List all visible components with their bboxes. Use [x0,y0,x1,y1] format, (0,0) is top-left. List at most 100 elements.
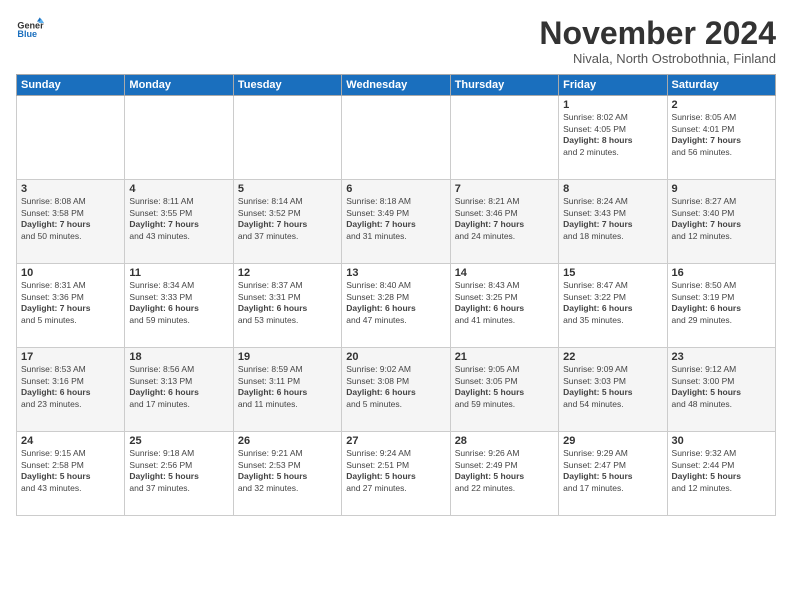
day-info-line: and 5 minutes. [21,315,120,326]
day-info-line: and 47 minutes. [346,315,445,326]
day-info-line: Sunrise: 8:08 AM [21,196,120,207]
day-info-line: Sunset: 3:08 PM [346,376,445,387]
day-info-line: Sunset: 3:33 PM [129,292,228,303]
daylight-label: Daylight: 5 hours [455,387,554,398]
header-monday: Monday [125,75,233,96]
header-tuesday: Tuesday [233,75,341,96]
header-saturday: Saturday [667,75,775,96]
daylight-label: Daylight: 6 hours [672,303,771,314]
day-info-line: Sunset: 3:00 PM [672,376,771,387]
table-cell [233,96,341,180]
table-cell [17,96,125,180]
table-cell [450,96,558,180]
location-subtitle: Nivala, North Ostrobothnia, Finland [539,51,776,66]
day-number: 18 [129,351,228,363]
day-info-line: Sunset: 3:58 PM [21,208,120,219]
daylight-label: Daylight: 5 hours [563,471,662,482]
table-cell: 2Sunrise: 8:05 AMSunset: 4:01 PMDaylight… [667,96,775,180]
day-number: 6 [346,183,445,195]
day-info-line: Sunset: 2:49 PM [455,460,554,471]
day-info-line: and 43 minutes. [21,483,120,494]
day-info-line: and 37 minutes. [238,231,337,242]
table-cell [125,96,233,180]
table-cell: 6Sunrise: 8:18 AMSunset: 3:49 PMDaylight… [342,180,450,264]
table-cell: 15Sunrise: 8:47 AMSunset: 3:22 PMDayligh… [559,264,667,348]
day-info-line: Sunrise: 8:56 AM [129,364,228,375]
day-number: 16 [672,267,771,279]
day-info-line: Sunrise: 8:59 AM [238,364,337,375]
daylight-label: Daylight: 5 hours [455,471,554,482]
table-cell: 23Sunrise: 9:12 AMSunset: 3:00 PMDayligh… [667,348,775,432]
daylight-label: Daylight: 6 hours [129,303,228,314]
logo: General Blue [16,16,46,44]
daylight-label: Daylight: 7 hours [21,303,120,314]
table-cell: 21Sunrise: 9:05 AMSunset: 3:05 PMDayligh… [450,348,558,432]
day-info-line: Sunrise: 9:18 AM [129,448,228,459]
day-info-line: Sunset: 3:03 PM [563,376,662,387]
day-number: 12 [238,267,337,279]
day-info-line: and 50 minutes. [21,231,120,242]
day-info-line: Sunrise: 9:09 AM [563,364,662,375]
daylight-label: Daylight: 7 hours [563,219,662,230]
day-info-line: Sunrise: 9:21 AM [238,448,337,459]
day-info-line: and 48 minutes. [672,399,771,410]
day-info-line: Sunrise: 9:15 AM [21,448,120,459]
table-cell: 20Sunrise: 9:02 AMSunset: 3:08 PMDayligh… [342,348,450,432]
daylight-label: Daylight: 7 hours [672,219,771,230]
day-info-line: Sunset: 2:53 PM [238,460,337,471]
svg-text:Blue: Blue [17,29,37,39]
table-cell: 17Sunrise: 8:53 AMSunset: 3:16 PMDayligh… [17,348,125,432]
day-info-line: and 31 minutes. [346,231,445,242]
table-cell: 1Sunrise: 8:02 AMSunset: 4:05 PMDaylight… [559,96,667,180]
day-info-line: Sunrise: 8:24 AM [563,196,662,207]
daylight-label: Daylight: 7 hours [672,135,771,146]
header-friday: Friday [559,75,667,96]
day-number: 4 [129,183,228,195]
day-info-line: and 29 minutes. [672,315,771,326]
day-number: 2 [672,99,771,111]
day-number: 17 [21,351,120,363]
day-number: 26 [238,435,337,447]
day-info-line: and 11 minutes. [238,399,337,410]
day-info-line: and 17 minutes. [129,399,228,410]
day-info-line: Sunrise: 9:24 AM [346,448,445,459]
day-info-line: Sunrise: 8:50 AM [672,280,771,291]
day-number: 1 [563,99,662,111]
month-title: November 2024 [539,16,776,51]
day-number: 20 [346,351,445,363]
table-cell: 30Sunrise: 9:32 AMSunset: 2:44 PMDayligh… [667,432,775,516]
week-row-4: 24Sunrise: 9:15 AMSunset: 2:58 PMDayligh… [17,432,776,516]
day-info-line: Sunrise: 9:02 AM [346,364,445,375]
day-info-line: Sunset: 4:05 PM [563,124,662,135]
day-info-line: and 43 minutes. [129,231,228,242]
day-number: 8 [563,183,662,195]
day-info-line: and 56 minutes. [672,147,771,158]
day-info-line: Sunrise: 8:47 AM [563,280,662,291]
day-info-line: Sunrise: 8:31 AM [21,280,120,291]
table-cell: 16Sunrise: 8:50 AMSunset: 3:19 PMDayligh… [667,264,775,348]
day-info-line: Sunset: 3:22 PM [563,292,662,303]
day-number: 25 [129,435,228,447]
week-row-1: 3Sunrise: 8:08 AMSunset: 3:58 PMDaylight… [17,180,776,264]
day-number: 27 [346,435,445,447]
day-number: 5 [238,183,337,195]
day-info-line: Sunset: 3:43 PM [563,208,662,219]
day-info-line: Sunrise: 8:40 AM [346,280,445,291]
table-cell: 11Sunrise: 8:34 AMSunset: 3:33 PMDayligh… [125,264,233,348]
day-info-line: Sunset: 3:11 PM [238,376,337,387]
table-cell: 22Sunrise: 9:09 AMSunset: 3:03 PMDayligh… [559,348,667,432]
day-info-line: Sunset: 4:01 PM [672,124,771,135]
day-info-line: and 23 minutes. [21,399,120,410]
day-info-line: Sunset: 2:51 PM [346,460,445,471]
day-info-line: Sunrise: 8:21 AM [455,196,554,207]
table-cell: 14Sunrise: 8:43 AMSunset: 3:25 PMDayligh… [450,264,558,348]
day-info-line: and 59 minutes. [129,315,228,326]
day-info-line: Sunset: 3:13 PM [129,376,228,387]
daylight-label: Daylight: 6 hours [455,303,554,314]
day-info-line: Sunrise: 9:12 AM [672,364,771,375]
day-number: 24 [21,435,120,447]
table-cell: 28Sunrise: 9:26 AMSunset: 2:49 PMDayligh… [450,432,558,516]
table-cell: 29Sunrise: 9:29 AMSunset: 2:47 PMDayligh… [559,432,667,516]
day-number: 11 [129,267,228,279]
day-info-line: Sunset: 3:46 PM [455,208,554,219]
